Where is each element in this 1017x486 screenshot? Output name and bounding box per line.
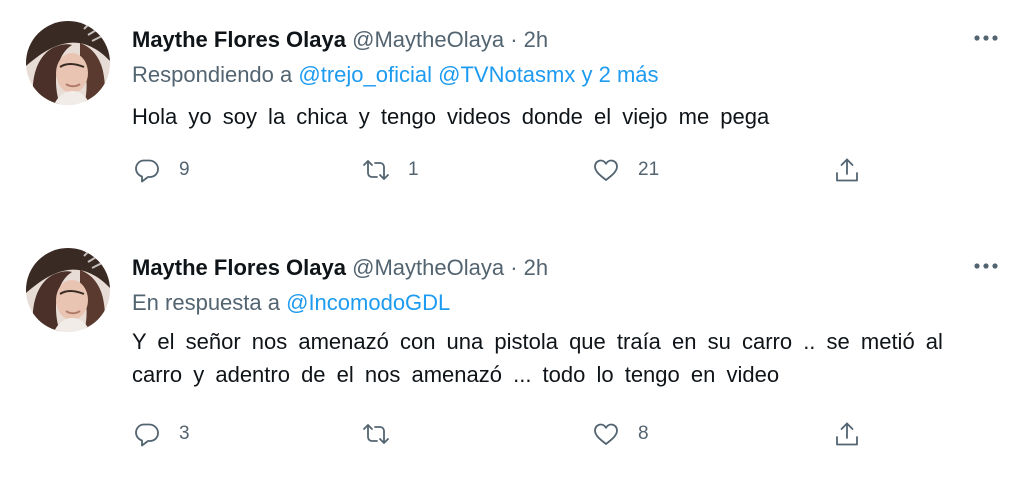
retweet-icon [363,160,389,180]
share-icon [836,422,858,446]
share-button[interactable] [833,416,861,452]
reply-icon [135,423,159,447]
author-handle[interactable]: @MaytheOlaya [352,27,504,52]
author-handle[interactable]: @MaytheOlaya [352,255,504,280]
retweet-icon [363,424,389,444]
replying-to-label: En respuesta a [132,290,280,315]
tweet[interactable]: Maythe Flores Olaya @MaytheOlaya · 2h Re… [0,0,1017,200]
like-count: 21 [638,159,660,180]
heart-icon [594,423,618,445]
mention-more-link[interactable]: y 2 más [582,62,659,87]
retweet-button[interactable]: 1 [362,152,419,188]
avatar[interactable] [26,21,110,105]
tweet-header: Maythe Flores Olaya @MaytheOlaya · 2h [132,27,548,53]
share-button[interactable] [833,152,861,188]
replying-to: Respondiendo a @trejo_oficial @TVNotasmx… [132,62,659,88]
author-name[interactable]: Maythe Flores Olaya [132,27,346,52]
tweet-actions: 3 8 [0,416,1017,452]
tweet-header: Maythe Flores Olaya @MaytheOlaya · 2h [132,255,548,281]
retweet-count: 1 [408,159,419,180]
avatar-photo [26,21,110,105]
mention-link[interactable]: @IncomodoGDL [286,290,450,315]
reply-count: 3 [179,423,190,444]
tweet[interactable]: Maythe Flores Olaya @MaytheOlaya · 2h En… [0,228,1017,486]
separator: · [510,27,518,52]
retweet-button[interactable] [362,416,408,452]
like-count: 8 [638,423,649,444]
heart-icon [594,159,618,181]
replying-to-label: Respondiendo a [132,62,293,87]
reply-button[interactable]: 3 [133,416,190,452]
mention-link[interactable]: @trejo_oficial [298,62,432,87]
avatar-photo [26,248,110,332]
avatar[interactable] [26,248,110,332]
reply-icon [135,159,159,183]
reply-count: 9 [179,159,190,180]
more-icon[interactable] [971,256,1001,276]
share-icon [836,158,858,182]
timestamp[interactable]: 2h [524,255,548,280]
like-button[interactable]: 8 [592,416,649,452]
timestamp[interactable]: 2h [524,27,548,52]
tweet-text: Y el señor nos amenazó con una pistola q… [132,329,943,387]
like-button[interactable]: 21 [592,152,659,188]
tweet-text: Hola yo soy la chica y tengo videos dond… [132,104,770,129]
replying-to: En respuesta a @IncomodoGDL [132,290,450,316]
separator: · [510,255,518,280]
reply-button[interactable]: 9 [133,152,190,188]
more-icon[interactable] [971,28,1001,48]
mention-link[interactable]: @TVNotasmx [438,62,575,87]
tweet-actions: 9 1 21 [0,152,1017,188]
author-name[interactable]: Maythe Flores Olaya [132,255,346,280]
